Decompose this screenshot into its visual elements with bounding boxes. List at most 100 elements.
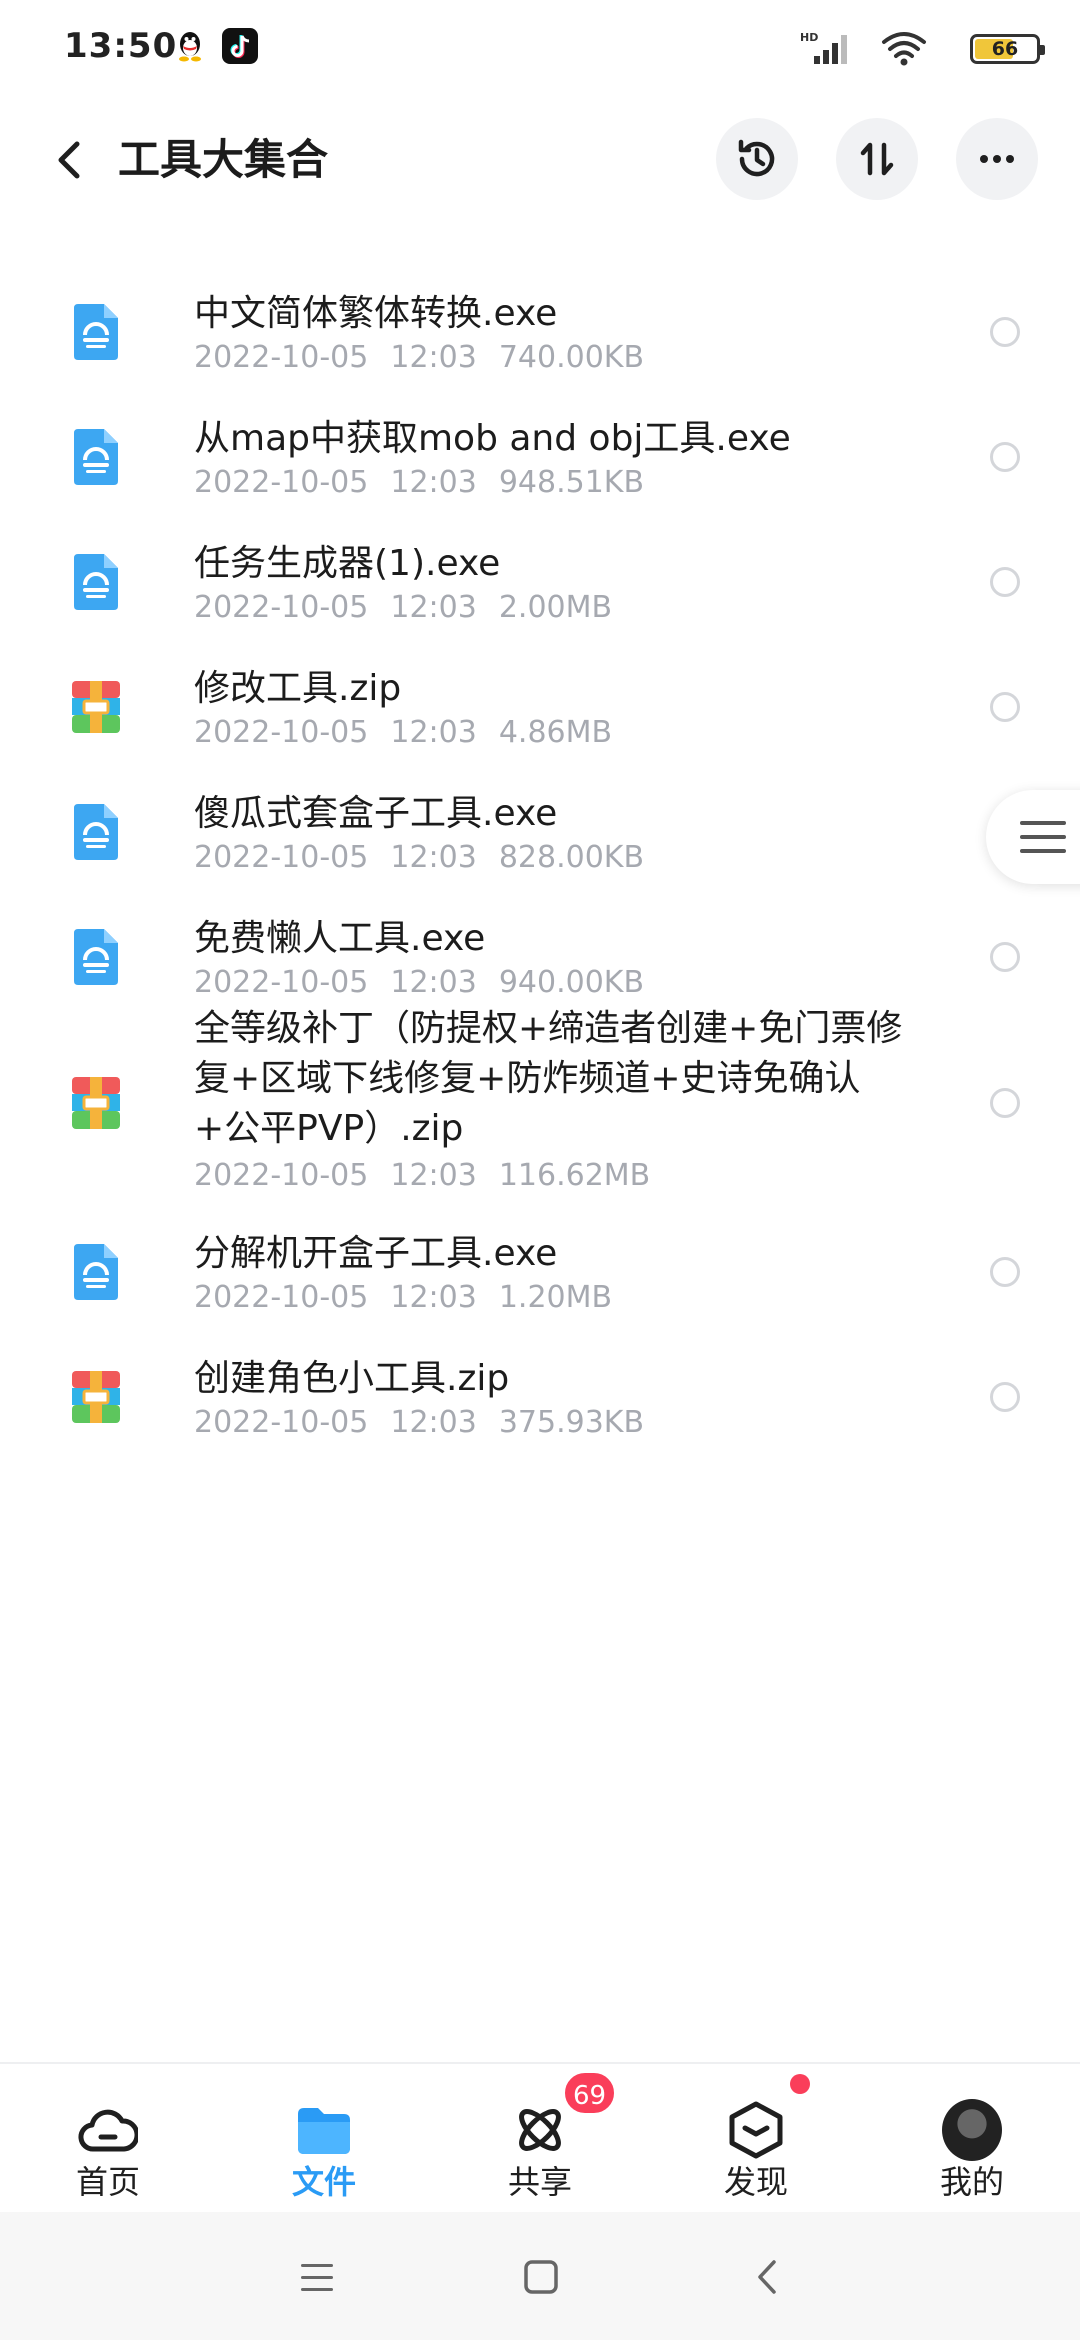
file-name: 修改工具.zip xyxy=(194,668,402,709)
file-meta: 2022-10-05 12:03 2.00MB xyxy=(194,588,612,628)
select-checkbox[interactable] xyxy=(990,317,1020,347)
more-icon xyxy=(980,155,1014,163)
folder-icon xyxy=(294,2100,354,2160)
sort-icon xyxy=(860,142,894,176)
file-date: 2022-10-05 xyxy=(194,590,369,625)
menu-icon xyxy=(301,2264,333,2291)
file-size: 4.86MB xyxy=(498,715,613,750)
file-time: 12:03 xyxy=(390,340,477,375)
nav-label-share: 共享 xyxy=(507,2163,572,2201)
back-button[interactable] xyxy=(40,130,100,190)
nav-label-files: 文件 xyxy=(291,2163,356,2201)
file-date: 2022-10-05 xyxy=(194,715,369,750)
file-row[interactable]: 从map中获取mob and obj工具.exe 2022-10-05 12:03 9… xyxy=(0,385,1080,510)
nav-item-mine[interactable]: 我的 xyxy=(872,2064,1072,2214)
status-time: 13:50 xyxy=(64,26,178,66)
nav-label-mine: 我的 xyxy=(939,2163,1004,2201)
discover-dot-badge xyxy=(790,2074,810,2094)
file-time: 12:03 xyxy=(390,840,477,875)
file-name: 分解机开盒子工具.exe xyxy=(194,1233,558,1274)
share-count-badge: 69 xyxy=(562,2070,618,2116)
file-row[interactable]: 全等级补丁（防提权+缔造者创建+免门票修复+区域下线修复+防炸频道+史诗免确认+… xyxy=(0,1008,1080,1200)
file-name: 从map中获取mob and obj工具.exe xyxy=(194,418,791,459)
network-type-text: HD xyxy=(800,31,818,44)
file-name: 全等级补丁（防提权+缔造者创建+免门票修复+区域下线修复+防炸频道+史诗免确认+… xyxy=(194,1008,903,1149)
file-size: 740.00KB xyxy=(498,340,645,375)
select-checkbox[interactable] xyxy=(990,567,1020,597)
file-size: 2.00MB xyxy=(498,590,613,625)
file-time: 12:03 xyxy=(390,590,477,625)
file-date: 2022-10-05 xyxy=(194,1280,369,1315)
file-meta: 2022-10-05 12:03 375.93KB xyxy=(194,1403,644,1443)
header: 工具大集合 xyxy=(0,110,1080,210)
file-row[interactable]: 分解机开盒子工具.exe 2022-10-05 12:03 1.20MB xyxy=(0,1200,1080,1325)
file-size: 828.00KB xyxy=(498,840,645,875)
recent-apps-button[interactable] xyxy=(292,2252,342,2302)
page-title: 工具大集合 xyxy=(118,135,329,184)
file-row[interactable]: 任务生成器(1).exe 2022-10-05 12:03 2.00MB xyxy=(0,510,1080,635)
square-icon xyxy=(524,2260,558,2294)
nav-item-files[interactable]: 文件 xyxy=(224,2064,424,2214)
file-size: 116.62MB xyxy=(498,1158,651,1193)
file-meta: 2022-10-05 12:03 828.00KB xyxy=(194,838,644,878)
file-row[interactable]: 傻瓜式套盒子工具.exe 2022-10-05 12:03 828.00KB xyxy=(0,760,1080,885)
exe-file-icon xyxy=(70,427,122,487)
select-checkbox[interactable] xyxy=(990,942,1020,972)
signal-icon: HD xyxy=(800,30,860,70)
nav-item-home[interactable]: 首页 xyxy=(8,2064,208,2214)
file-date: 2022-10-05 xyxy=(194,1158,369,1193)
nav-item-discover[interactable]: 发现 xyxy=(656,2064,856,2214)
battery-icon: 66 xyxy=(970,34,1045,64)
share-atom-icon xyxy=(510,2100,570,2160)
select-checkbox[interactable] xyxy=(990,692,1020,722)
select-checkbox[interactable] xyxy=(990,1382,1020,1412)
system-nav-bar xyxy=(0,2212,1080,2340)
file-date: 2022-10-05 xyxy=(194,965,369,1000)
file-name: 创建角色小工具.zip xyxy=(194,1358,510,1399)
exe-file-icon xyxy=(70,802,122,862)
battery-level: 66 xyxy=(991,38,1019,60)
nav-label-discover: 发现 xyxy=(723,2163,788,2201)
select-checkbox[interactable] xyxy=(990,1088,1020,1118)
file-time: 12:03 xyxy=(390,1280,477,1315)
select-checkbox[interactable] xyxy=(990,1257,1020,1287)
exe-file-icon xyxy=(70,302,122,362)
file-row[interactable]: 创建角色小工具.zip 2022-10-05 12:03 375.93KB xyxy=(0,1325,1080,1450)
file-size: 375.93KB xyxy=(498,1405,645,1440)
file-size: 1.20MB xyxy=(498,1280,613,1315)
system-back-button[interactable] xyxy=(742,2252,792,2302)
discover-box-icon xyxy=(726,2100,786,2160)
more-button[interactable] xyxy=(956,118,1038,200)
file-row[interactable]: 中文简体繁体转换.exe 2022-10-05 12:03 740.00KB xyxy=(0,260,1080,385)
cloud-icon xyxy=(78,2100,138,2160)
file-date: 2022-10-05 xyxy=(194,340,369,375)
file-meta: 2022-10-05 12:03 116.62MB xyxy=(194,1156,650,1196)
file-date: 2022-10-05 xyxy=(194,465,369,500)
tiktok-icon xyxy=(222,28,258,64)
bottom-nav: 首页 文件 共享 发现 我的 xyxy=(0,2062,1080,2212)
floating-menu-handle[interactable] xyxy=(986,790,1080,884)
zip-file-icon xyxy=(70,1367,122,1427)
file-row[interactable]: 修改工具.zip 2022-10-05 12:03 4.86MB xyxy=(0,635,1080,760)
home-button[interactable] xyxy=(516,2252,566,2302)
file-name: 任务生成器(1).exe xyxy=(194,543,501,584)
nav-label-home: 首页 xyxy=(75,2163,140,2201)
back-arrow-icon xyxy=(58,141,80,179)
file-meta: 2022-10-05 12:03 4.86MB xyxy=(194,713,612,753)
file-size: 948.51KB xyxy=(498,465,645,500)
file-name: 免费懒人工具.exe xyxy=(194,918,486,959)
avatar xyxy=(942,2099,1002,2161)
exe-file-icon xyxy=(70,552,122,612)
exe-file-icon xyxy=(70,1242,122,1302)
file-time: 12:03 xyxy=(390,965,477,1000)
back-chevron-icon xyxy=(758,2260,776,2294)
zip-file-icon xyxy=(70,677,122,737)
history-button[interactable] xyxy=(716,118,798,200)
select-checkbox[interactable] xyxy=(990,442,1020,472)
file-meta: 2022-10-05 12:03 1.20MB xyxy=(194,1278,612,1318)
file-name: 中文简体繁体转换.exe xyxy=(194,293,558,334)
file-date: 2022-10-05 xyxy=(194,840,369,875)
sort-button[interactable] xyxy=(836,118,918,200)
history-icon xyxy=(738,139,775,177)
file-row[interactable]: 免费懒人工具.exe 2022-10-05 12:03 940.00KB xyxy=(0,885,1080,1010)
